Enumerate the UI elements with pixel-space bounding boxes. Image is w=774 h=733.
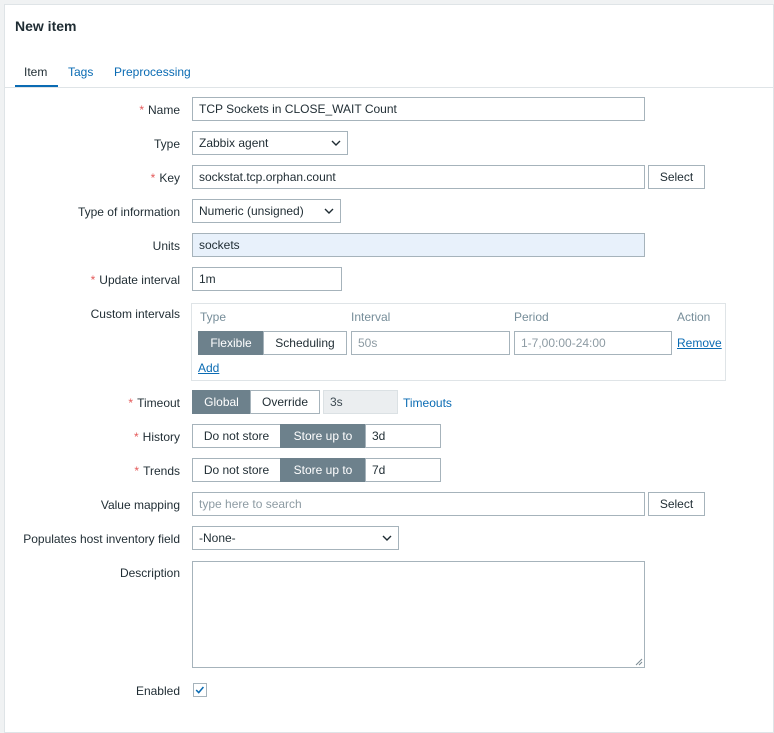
custom-intervals-table: Type Interval Period Action Flexible Sch… (191, 303, 726, 381)
units-label: Units (152, 239, 180, 253)
resize-handle-icon[interactable] (635, 658, 643, 666)
checkmark-icon (195, 686, 205, 694)
required-marker: * (90, 273, 96, 287)
required-marker: * (128, 396, 134, 410)
required-marker: * (133, 430, 139, 444)
chevron-down-icon (324, 208, 334, 214)
ci-header-type: Type (200, 310, 227, 324)
ci-interval-input[interactable]: 50s (351, 331, 510, 355)
description-label: Description (119, 566, 180, 580)
history-do-not-store-button[interactable]: Do not store (192, 424, 281, 448)
timeout-value-input: 3s (323, 390, 398, 414)
ci-period-input[interactable]: 1-7,00:00-24:00 (514, 331, 672, 355)
enabled-label: Enabled (135, 684, 180, 698)
dialog-title: New item (15, 18, 77, 34)
name-input[interactable]: TCP Sockets in CLOSE_WAIT Count (192, 97, 645, 121)
timeout-override-button[interactable]: Override (250, 390, 320, 414)
required-marker: * (134, 464, 140, 478)
type-select[interactable]: Zabbix agent (192, 131, 348, 155)
ci-header-period: Period (514, 310, 549, 324)
ci-header-interval: Interval (351, 310, 391, 324)
update-interval-label: * Update interval (90, 273, 180, 287)
key-label: * Key (150, 171, 180, 185)
required-marker: * (150, 171, 156, 185)
value-mapping-select-button[interactable]: Select (648, 492, 705, 516)
description-textarea[interactable] (192, 561, 645, 668)
ci-type-scheduling[interactable]: Scheduling (263, 331, 347, 355)
units-input[interactable]: sockets (192, 233, 645, 257)
timeout-global-button[interactable]: Global (192, 390, 251, 414)
custom-intervals-label: Custom intervals (90, 307, 180, 321)
ci-header-action: Action (677, 310, 711, 324)
update-interval-input[interactable]: 1m (192, 267, 342, 291)
tab-tags[interactable]: Tags (68, 65, 93, 79)
key-input[interactable]: sockstat.tcp.orphan.count (192, 165, 645, 189)
trends-value-input[interactable]: 7d (365, 458, 441, 482)
tab-preprocessing[interactable]: Preprocessing (114, 65, 191, 79)
trends-label: * Trends (134, 464, 180, 478)
item-dialog: New item Item Tags Preprocessing * Name T… (4, 4, 774, 733)
active-tab-indicator (15, 85, 58, 87)
timeouts-link[interactable]: Timeouts (403, 396, 452, 410)
ci-add-link[interactable]: Add (198, 361, 219, 375)
trends-store-up-to-button[interactable]: Store up to (280, 458, 366, 482)
value-mapping-input[interactable]: type here to search (192, 492, 645, 516)
inventory-field-label: Populates host inventory field (23, 532, 180, 546)
chevron-down-icon (331, 140, 341, 146)
trends-do-not-store-button[interactable]: Do not store (192, 458, 281, 482)
chevron-down-icon (382, 535, 392, 541)
history-store-up-to-button[interactable]: Store up to (280, 424, 366, 448)
history-value-input[interactable]: 3d (365, 424, 441, 448)
enabled-checkbox[interactable] (193, 683, 207, 697)
ci-remove-link[interactable]: Remove (677, 336, 722, 350)
ci-type-flexible[interactable]: Flexible (198, 331, 264, 355)
key-select-button[interactable]: Select (648, 165, 705, 189)
type-of-information-select[interactable]: Numeric (unsigned) (192, 199, 341, 223)
value-mapping-label: Value mapping (100, 498, 180, 512)
required-marker: * (139, 103, 144, 117)
type-of-information-label: Type of information (77, 205, 180, 219)
timeout-label: * Timeout (128, 396, 180, 410)
type-label: Type (153, 137, 180, 151)
inventory-field-select[interactable]: -None- (192, 526, 399, 550)
tab-bar: Item Tags Preprocessing (5, 61, 774, 88)
name-label: * Name (139, 103, 180, 117)
history-label: * History (133, 430, 180, 444)
tab-item[interactable]: Item (24, 65, 47, 79)
